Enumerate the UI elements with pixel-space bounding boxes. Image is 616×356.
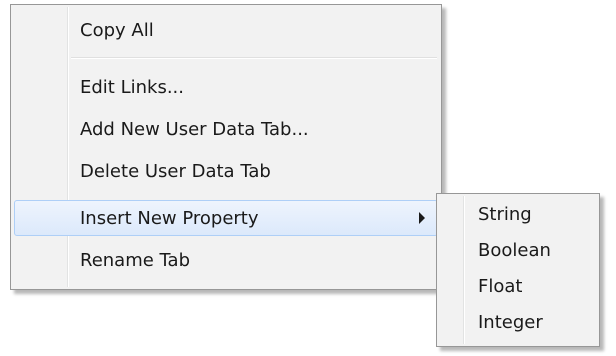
- submenu-item-boolean[interactable]: Boolean: [440, 234, 596, 268]
- menu-item-label: Copy All: [80, 20, 154, 41]
- submenu-item-label: Integer: [478, 312, 543, 333]
- insert-property-submenu: String Boolean Float Integer: [436, 193, 600, 347]
- context-menu: Copy All Edit Links... Add New User Data…: [10, 4, 442, 290]
- submenu-item-label: Boolean: [478, 240, 551, 261]
- chevron-right-icon: [419, 212, 425, 224]
- menu-item-delete-user-data-tab[interactable]: Delete User Data Tab: [14, 153, 438, 189]
- menu-item-label: Edit Links...: [80, 77, 184, 98]
- menu-item-insert-new-property[interactable]: Insert New Property: [14, 200, 438, 236]
- submenu-item-label: String: [478, 204, 532, 225]
- menu-item-label: Rename Tab: [80, 250, 191, 271]
- submenu-item-float[interactable]: Float: [440, 270, 596, 304]
- screen: Copy All Edit Links... Add New User Data…: [0, 0, 616, 356]
- submenu-item-label: Float: [478, 276, 523, 297]
- submenu-item-string[interactable]: String: [440, 198, 596, 232]
- menu-item-edit-links[interactable]: Edit Links...: [14, 69, 438, 105]
- menu-item-label: Add New User Data Tab...: [80, 119, 309, 140]
- menu-item-rename-tab[interactable]: Rename Tab: [14, 242, 438, 278]
- menu-item-label: Insert New Property: [80, 208, 259, 229]
- submenu-item-integer[interactable]: Integer: [440, 306, 596, 340]
- menu-item-add-user-data-tab[interactable]: Add New User Data Tab...: [14, 111, 438, 147]
- menu-item-label: Delete User Data Tab: [80, 161, 271, 182]
- menu-item-copy-all[interactable]: Copy All: [14, 12, 438, 48]
- menu-separator: [71, 57, 437, 59]
